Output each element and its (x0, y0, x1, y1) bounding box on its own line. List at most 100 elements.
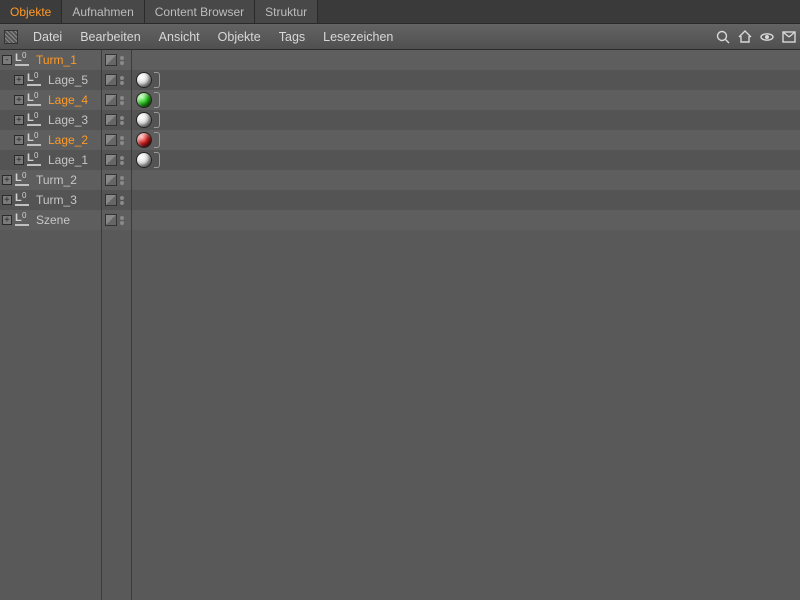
menu-tags[interactable]: Tags (270, 30, 314, 44)
layer-chip-icon[interactable] (105, 214, 117, 226)
tree-column: -Turm_1 +Lage_5 +Lage_4 +Lage_3 +Lage_2 … (0, 50, 102, 600)
menu-objekte[interactable]: Objekte (209, 30, 270, 44)
visibility-cell[interactable] (102, 70, 131, 90)
visibility-cell[interactable] (102, 210, 131, 230)
eye-icon[interactable] (759, 29, 775, 45)
layer-chip-icon[interactable] (105, 154, 117, 166)
object-label: Lage_1 (48, 153, 88, 167)
null-object-icon (15, 214, 33, 226)
layer-chip-icon[interactable] (105, 54, 117, 66)
tree-row-turm-3[interactable]: + Turm_3 (0, 190, 101, 210)
object-label: Lage_3 (48, 113, 88, 127)
visibility-cell[interactable] (102, 170, 131, 190)
tag-bracket-icon (154, 72, 160, 88)
object-label: Lage_4 (48, 93, 88, 107)
null-object-icon (27, 154, 45, 166)
null-object-icon (27, 134, 45, 146)
null-object-icon (15, 174, 33, 186)
visibility-dots-icon[interactable] (120, 176, 124, 185)
visibility-cell[interactable] (102, 110, 131, 130)
visibility-cell[interactable] (102, 90, 131, 110)
expander-icon[interactable]: + (2, 195, 12, 205)
expander-icon[interactable]: + (14, 135, 24, 145)
null-object-icon (15, 54, 33, 66)
tab-content-browser[interactable]: Content Browser (145, 0, 255, 23)
tree-row-lage-2[interactable]: + Lage_2 (0, 130, 101, 150)
tab-bar: Objekte Aufnahmen Content Browser Strukt… (0, 0, 800, 24)
tag-cell (132, 170, 136, 190)
object-label: Turm_3 (36, 193, 77, 207)
tag-cell (132, 130, 160, 150)
tree-row-szene[interactable]: + Szene (0, 210, 101, 230)
search-icon[interactable] (715, 29, 731, 45)
menu-ansicht[interactable]: Ansicht (150, 30, 209, 44)
visibility-dots-icon[interactable] (120, 216, 124, 225)
tree-row-lage-4[interactable]: + Lage_4 (0, 90, 101, 110)
tag-cell (132, 110, 160, 130)
layer-chip-icon[interactable] (105, 94, 117, 106)
expander-icon[interactable]: + (2, 215, 12, 225)
tree-row-turm-1[interactable]: -Turm_1 (0, 50, 101, 70)
object-label: Lage_2 (48, 133, 88, 147)
object-label: Szene (36, 213, 70, 227)
texture-tag-icon[interactable] (136, 112, 152, 128)
tab-objects[interactable]: Objekte (0, 0, 62, 23)
tab-struktur[interactable]: Struktur (255, 0, 318, 23)
tags-column (132, 50, 800, 600)
tag-cell (132, 90, 160, 110)
layer-chip-icon[interactable] (105, 174, 117, 186)
tag-cell (132, 50, 136, 70)
expander-icon[interactable]: + (2, 175, 12, 185)
tree-row-lage-5[interactable]: + Lage_5 (0, 70, 101, 90)
visibility-dots-icon[interactable] (120, 196, 124, 205)
tag-cell (132, 70, 160, 90)
visibility-dots-icon[interactable] (120, 96, 124, 105)
texture-tag-icon[interactable] (136, 72, 152, 88)
menu-bearbeiten[interactable]: Bearbeiten (71, 30, 149, 44)
visibility-column (102, 50, 132, 600)
menu-lesezeichen[interactable]: Lesezeichen (314, 30, 402, 44)
home-icon[interactable] (737, 29, 753, 45)
menu-datei[interactable]: Datei (24, 30, 71, 44)
visibility-cell[interactable] (102, 50, 131, 70)
tab-aufnahmen[interactable]: Aufnahmen (62, 0, 144, 23)
expander-icon[interactable]: + (14, 95, 24, 105)
tag-bracket-icon (154, 92, 160, 108)
null-object-icon (27, 114, 45, 126)
object-label: Turm_2 (36, 173, 77, 187)
menu-bar: Datei Bearbeiten Ansicht Objekte Tags Le… (0, 24, 800, 50)
null-object-icon (15, 194, 33, 206)
expander-icon[interactable]: + (14, 155, 24, 165)
layer-chip-icon[interactable] (105, 74, 117, 86)
tree-row-lage-3[interactable]: + Lage_3 (0, 110, 101, 130)
null-object-icon (27, 74, 45, 86)
tree-row-turm-2[interactable]: + Turm_2 (0, 170, 101, 190)
visibility-dots-icon[interactable] (120, 136, 124, 145)
visibility-cell[interactable] (102, 130, 131, 150)
texture-tag-icon[interactable] (136, 132, 152, 148)
visibility-cell[interactable] (102, 150, 131, 170)
null-object-icon (27, 94, 45, 106)
layer-chip-icon[interactable] (105, 114, 117, 126)
tag-bracket-icon (154, 152, 160, 168)
panel-icon[interactable] (781, 29, 797, 45)
visibility-dots-icon[interactable] (120, 156, 124, 165)
expander-icon[interactable]: + (14, 115, 24, 125)
layer-chip-icon[interactable] (105, 194, 117, 206)
texture-tag-icon[interactable] (136, 92, 152, 108)
tag-bracket-icon (154, 112, 160, 128)
tag-bracket-icon (154, 132, 160, 148)
texture-tag-icon[interactable] (136, 152, 152, 168)
expander-icon[interactable]: + (14, 75, 24, 85)
visibility-dots-icon[interactable] (120, 56, 124, 65)
layer-chip-icon[interactable] (105, 134, 117, 146)
visibility-cell[interactable] (102, 190, 131, 210)
grip-icon[interactable] (4, 30, 18, 44)
tag-cell (132, 190, 136, 210)
object-label: Lage_5 (48, 73, 88, 87)
visibility-dots-icon[interactable] (120, 116, 124, 125)
visibility-dots-icon[interactable] (120, 76, 124, 85)
tag-cell (132, 210, 136, 230)
tree-row-lage-1[interactable]: + Lage_1 (0, 150, 101, 170)
expander-icon[interactable]: - (2, 55, 12, 65)
